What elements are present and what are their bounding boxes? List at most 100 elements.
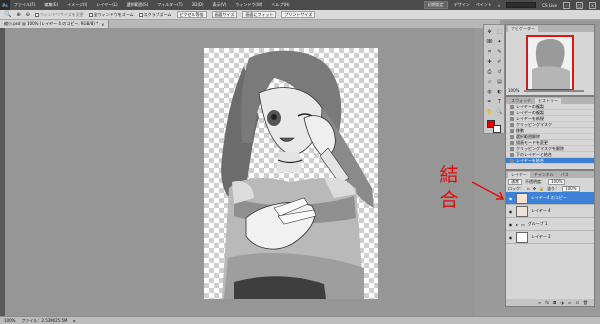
hand-tool-icon[interactable]: ✋ xyxy=(486,109,493,116)
menu-edit[interactable]: 編集(E) xyxy=(44,2,58,8)
adjustment-icon[interactable]: ◑ xyxy=(560,300,564,305)
navigator-thumbnail[interactable] xyxy=(526,35,574,91)
layer-row[interactable]: ◉ レイヤー 4 xyxy=(506,205,594,218)
layer-name: レイヤー 2 xyxy=(531,234,551,239)
visibility-eye-icon[interactable]: ◉ xyxy=(508,235,513,240)
document-canvas[interactable] xyxy=(204,48,378,299)
fill-screen-button[interactable]: 画面にフィット xyxy=(242,11,277,18)
blend-mode-select[interactable]: 通常 xyxy=(508,178,522,185)
lock-all-icon[interactable]: 🔒 xyxy=(539,186,544,191)
navigator-zoom-slider[interactable] xyxy=(524,90,584,92)
move-tool-icon[interactable]: ✥ xyxy=(486,29,493,36)
menu-3d[interactable]: 3D(D) xyxy=(192,2,204,8)
layer-row[interactable]: ◉ ▸ ▭ グループ 1 xyxy=(506,218,594,231)
link-layers-icon[interactable]: ∞ xyxy=(538,300,541,305)
stamp-tool-icon[interactable]: ⎙ xyxy=(486,69,493,76)
actual-pixels-button[interactable]: ピクセル等倍 xyxy=(176,11,207,18)
maximize-icon[interactable]: □ xyxy=(576,1,583,9)
menu-window[interactable]: ウィンドウ(W) xyxy=(235,2,262,8)
fit-screen-button[interactable]: 画面サイズ xyxy=(211,11,238,18)
menu-layer[interactable]: レイヤー(L) xyxy=(96,2,117,8)
folder-icon: ▭ xyxy=(521,221,525,227)
visibility-eye-icon[interactable]: ◉ xyxy=(508,222,513,227)
zoom-tool-icon[interactable]: 🔍 xyxy=(4,11,11,18)
workspace-more-icon[interactable]: » xyxy=(498,3,500,8)
navigator-zoom-value[interactable]: 100% xyxy=(508,88,519,93)
zoom-tool-panel-icon[interactable]: 🔍 xyxy=(496,109,503,116)
layer-name: レイヤー 4 xyxy=(531,208,551,213)
layer-row[interactable]: ◉ レイヤー 2 xyxy=(506,231,594,244)
menu-view[interactable]: 表示(V) xyxy=(213,2,227,8)
history-row-selected[interactable]: レイヤーを結合 xyxy=(506,158,594,164)
type-tool-icon[interactable]: T xyxy=(496,99,503,106)
lasso-tool-icon[interactable]: ↂ xyxy=(486,39,493,46)
new-layer-icon[interactable]: ⊡ xyxy=(576,300,579,305)
menu-filter[interactable]: フィルター(T) xyxy=(157,2,182,8)
crop-tool-icon[interactable]: ⌗ xyxy=(486,49,493,56)
brush-tool-icon[interactable]: ✐ xyxy=(496,59,503,66)
history-step-icon xyxy=(510,140,514,145)
layer-thumbnail xyxy=(516,192,528,204)
workspace-design-button[interactable]: デザイン xyxy=(454,2,470,8)
checkbox-icon xyxy=(88,12,93,17)
history-brush-tool-icon[interactable]: ↺ xyxy=(496,69,503,76)
eyedropper-tool-icon[interactable]: ✎ xyxy=(496,49,503,56)
zoom-all-checkbox[interactable]: 全ウィンドウをズーム xyxy=(88,12,134,18)
menu-image[interactable]: イメージ(I) xyxy=(67,2,87,8)
gradient-tool-icon[interactable]: ▤ xyxy=(496,79,503,86)
layer-name: レイヤー4 のコピー xyxy=(531,195,567,200)
new-group-icon[interactable]: ▭ xyxy=(568,300,572,305)
pen-tool-icon[interactable]: ✒ xyxy=(486,99,493,106)
status-zoom[interactable]: 100% xyxy=(4,318,15,323)
status-arrow-icon[interactable]: ▸ xyxy=(74,318,76,323)
tab-layers[interactable]: レイヤー xyxy=(508,172,530,178)
blur-tool-icon[interactable]: ◍ xyxy=(486,89,493,96)
fx-icon[interactable]: fx xyxy=(545,300,549,305)
workspace-default-button[interactable]: 初期設定 xyxy=(423,1,448,9)
eraser-tool-icon[interactable]: ▱ xyxy=(486,79,493,86)
tab-close-icon[interactable]: × xyxy=(101,22,104,27)
visibility-eye-icon[interactable]: ◉ xyxy=(508,196,513,201)
history-step-icon xyxy=(510,152,514,157)
mask-icon[interactable]: ◘ xyxy=(553,300,556,305)
search-input[interactable] xyxy=(506,2,537,8)
magic-wand-tool-icon[interactable]: ✦ xyxy=(496,39,503,46)
navigator-panel: ナビゲーター 100% xyxy=(505,24,595,96)
photoshop-window: Ps ファイル(F) 編集(E) イメージ(I) レイヤー(L) 選択範囲(S)… xyxy=(0,0,600,324)
zoom-out-icon[interactable]: ⊖ xyxy=(26,12,30,18)
tab-navigator[interactable]: ナビゲーター xyxy=(508,26,538,32)
layer-name: グループ 1 xyxy=(527,221,548,226)
healing-brush-tool-icon[interactable]: ✚ xyxy=(486,59,493,66)
fill-input[interactable]: 100% xyxy=(562,185,580,192)
background-color-swatch[interactable] xyxy=(493,125,501,133)
dodge-tool-icon[interactable]: ◐ xyxy=(496,89,503,96)
trash-icon[interactable]: 🗑 xyxy=(583,300,588,305)
layer-thumbnail xyxy=(516,231,528,243)
workspace-painting-button[interactable]: ペイント xyxy=(476,2,492,8)
visibility-eye-icon[interactable]: ◉ xyxy=(508,209,513,214)
print-size-button[interactable]: プリントサイズ xyxy=(281,11,316,18)
resize-window-checkbox[interactable]: ウィンドウサイズを変更 xyxy=(34,12,84,18)
layers-bottom-bar: ∞ fx ◘ ◑ ▭ ⊡ 🗑 xyxy=(506,299,594,306)
history-step-icon xyxy=(510,158,514,163)
menu-file[interactable]: ファイル(F) xyxy=(14,2,35,8)
cs-live-button[interactable]: CS Live xyxy=(542,3,557,8)
lock-position-icon[interactable]: ✥ xyxy=(533,186,536,191)
tab-paths[interactable]: パス xyxy=(558,172,572,178)
tab-channels[interactable]: チャンネル xyxy=(531,172,557,178)
layer-row-selected[interactable]: ◉ レイヤー4 のコピー xyxy=(506,192,594,205)
expand-arrow-icon[interactable]: ▸ xyxy=(516,222,518,227)
document-tab[interactable]: 縮小.psd @ 100% (レイヤー 4 のコピー, RGB/8) * × xyxy=(0,20,110,28)
minimize-icon[interactable]: – xyxy=(563,1,570,9)
opacity-input[interactable]: 100% xyxy=(548,178,566,185)
marquee-tool-icon[interactable]: ⬚ xyxy=(496,29,503,36)
artwork-illustration xyxy=(221,50,374,299)
history-step-icon xyxy=(510,128,514,133)
close-icon[interactable]: × xyxy=(589,1,596,9)
menu-help[interactable]: ヘルプ(H) xyxy=(271,2,289,8)
annotation-merge-text: 結合 xyxy=(439,164,459,211)
zoom-in-icon[interactable]: ⊕ xyxy=(16,12,20,18)
scrubby-zoom-checkbox[interactable]: スクラブズーム xyxy=(138,12,172,18)
lock-pixels-icon[interactable]: ▫ xyxy=(527,186,530,191)
menu-select[interactable]: 選択範囲(S) xyxy=(127,2,149,8)
